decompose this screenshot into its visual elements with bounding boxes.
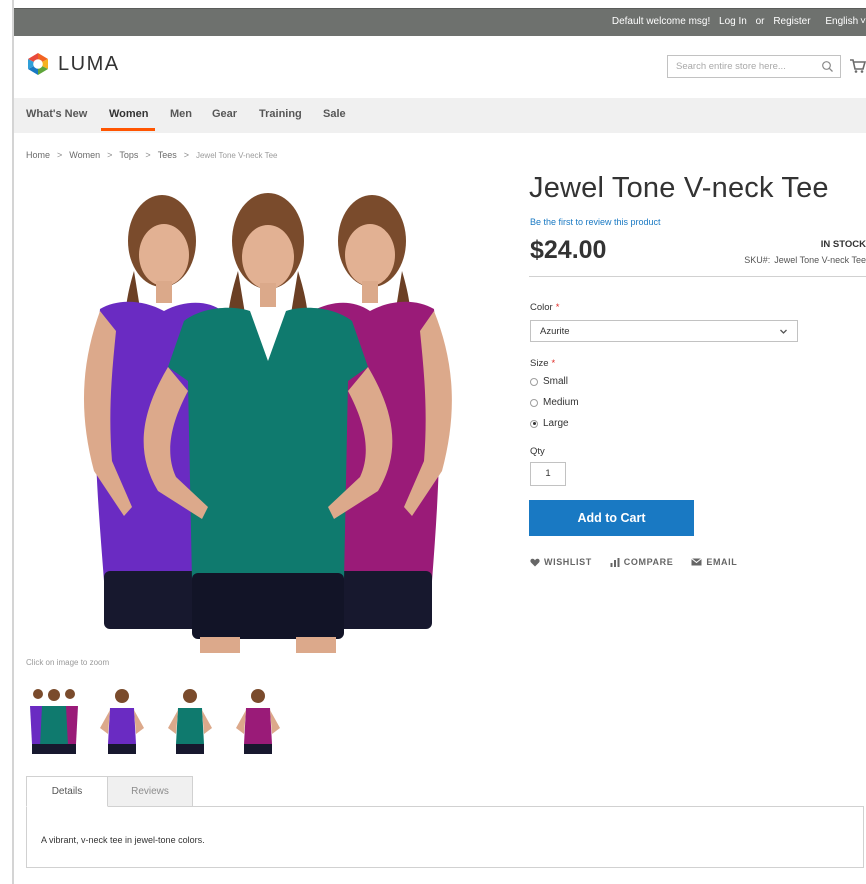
nav-item-women[interactable]: Women (109, 108, 149, 120)
size-option-medium[interactable]: Medium (530, 397, 579, 408)
breadcrumb-tees[interactable]: Tees (158, 150, 177, 160)
language-switcher[interactable]: English ˅ (819, 16, 866, 27)
breadcrumb-separator: > (145, 150, 151, 160)
heart-icon (530, 558, 540, 566)
required-mark: * (551, 358, 556, 369)
nav-item-gear[interactable]: Gear (212, 108, 237, 120)
breadcrumb-women[interactable]: Women (69, 150, 100, 160)
zoom-hint: Click on image to zoom (26, 658, 110, 667)
thumbnail-magenta[interactable] (230, 684, 286, 760)
email-link[interactable]: EMAIL (691, 557, 737, 567)
breadcrumb-current: Jewel Tone V-neck Tee (195, 151, 278, 160)
size-option-small[interactable]: Small (530, 376, 568, 387)
size-option-label: Medium (543, 397, 579, 408)
thumbnail-teal[interactable] (162, 684, 218, 760)
nav-item-men[interactable]: Men (170, 108, 192, 120)
radio-button[interactable] (530, 398, 538, 407)
breadcrumb-separator: > (107, 150, 113, 160)
product-description: A vibrant, v-neck tee in jewel-tone colo… (41, 835, 205, 845)
wishlist-label: WISHLIST (544, 557, 592, 567)
breadcrumb-separator: > (57, 150, 63, 160)
color-label: Color (530, 302, 553, 313)
size-option-large[interactable]: Large (530, 418, 569, 429)
search-placeholder: Search entire store here... (676, 61, 786, 72)
envelope-icon (691, 558, 703, 566)
compare-link[interactable]: COMPARE (610, 557, 674, 567)
product-price: $24.00 (530, 236, 607, 264)
divider (529, 276, 866, 277)
breadcrumb: Home > Women > Tops > Tees > Jewel Tone V-neck T… (26, 150, 278, 160)
tab-details-content: A vibrant, v-neck tee in jewel-tone colo… (26, 806, 864, 868)
compare-icon (610, 557, 620, 567)
window-frame (0, 0, 14, 884)
sku-value: Jewel Tone V-neck Tee (774, 255, 866, 265)
language-label: English (825, 16, 859, 27)
search-input[interactable]: Search entire store here... (667, 55, 841, 78)
or-text: or (755, 16, 765, 27)
product-social-links: WISHLIST COMPARE EMAIL (530, 557, 755, 567)
required-mark: * (555, 302, 560, 313)
breadcrumb-separator: > (183, 150, 189, 160)
breadcrumb-tops[interactable]: Tops (119, 150, 138, 160)
product-photo (83, 193, 452, 653)
size-option-label: Small (543, 376, 569, 387)
nav-item-whats-new[interactable]: What's New (26, 108, 87, 120)
color-select-value: Azurite (540, 326, 570, 337)
size-label-row: Size * (530, 358, 555, 369)
logo[interactable]: LUMA (26, 52, 120, 76)
product-page: Default welcome msg! Log In or Register … (14, 0, 866, 884)
register-link[interactable]: Register (773, 16, 810, 27)
sku-label: SKU#: (744, 255, 771, 265)
panel-top-strip (14, 0, 866, 8)
panel-links: Default welcome msg! Log In or Register … (606, 16, 866, 27)
product-sku: SKU#: Jewel Tone V-neck Tee (744, 255, 866, 265)
welcome-message: Default welcome msg! (611, 16, 711, 27)
add-to-cart-button[interactable]: Add to Cart (529, 500, 694, 536)
qty-label: Qty (530, 446, 545, 457)
wishlist-link[interactable]: WISHLIST (530, 557, 592, 567)
page-header: LUMA Search entire store here... (14, 36, 866, 98)
radio-button-checked[interactable] (530, 419, 538, 428)
breadcrumb-home[interactable]: Home (26, 150, 50, 160)
size-label: Size (530, 358, 549, 369)
luma-logo-icon (28, 53, 48, 75)
login-link[interactable]: Log In (719, 16, 747, 27)
main-navigation: What's New Women Men Gear Training Sale (14, 98, 866, 133)
thumbnail-image (100, 689, 144, 754)
logo-text: LUMA (58, 52, 120, 75)
header-panel: Default welcome msg! Log In or Register … (14, 8, 866, 36)
size-option-label: Large (543, 418, 569, 429)
thumbnail-image (168, 689, 212, 754)
product-main-image[interactable] (72, 171, 464, 653)
thumbnail-image (236, 689, 280, 754)
nav-active-indicator (101, 128, 155, 131)
review-link[interactable]: Be the first to review this product (530, 217, 661, 227)
chevron-down-icon: ˅ (860, 16, 866, 27)
color-select[interactable]: Azurite (530, 320, 798, 342)
thumbnail-purple[interactable] (94, 684, 150, 760)
product-title: Jewel Tone V-neck Tee (529, 172, 829, 204)
nav-item-sale[interactable]: Sale (323, 108, 346, 120)
chevron-down-icon (780, 329, 787, 334)
thumbnail-image (30, 689, 78, 754)
compare-label: COMPARE (623, 557, 674, 567)
email-label: EMAIL (706, 557, 738, 567)
color-label-row: Color * (530, 302, 559, 313)
radio-button[interactable] (530, 377, 538, 386)
qty-input[interactable]: 1 (530, 462, 566, 486)
tab-reviews[interactable]: Reviews (107, 776, 193, 807)
tab-details[interactable]: Details (26, 776, 108, 807)
nav-item-training[interactable]: Training (259, 108, 302, 120)
cart-icon[interactable] (849, 58, 866, 74)
thumbnail-all-colors[interactable] (26, 684, 82, 760)
stock-status: IN STOCK (820, 239, 866, 250)
search-icon[interactable] (821, 60, 834, 73)
